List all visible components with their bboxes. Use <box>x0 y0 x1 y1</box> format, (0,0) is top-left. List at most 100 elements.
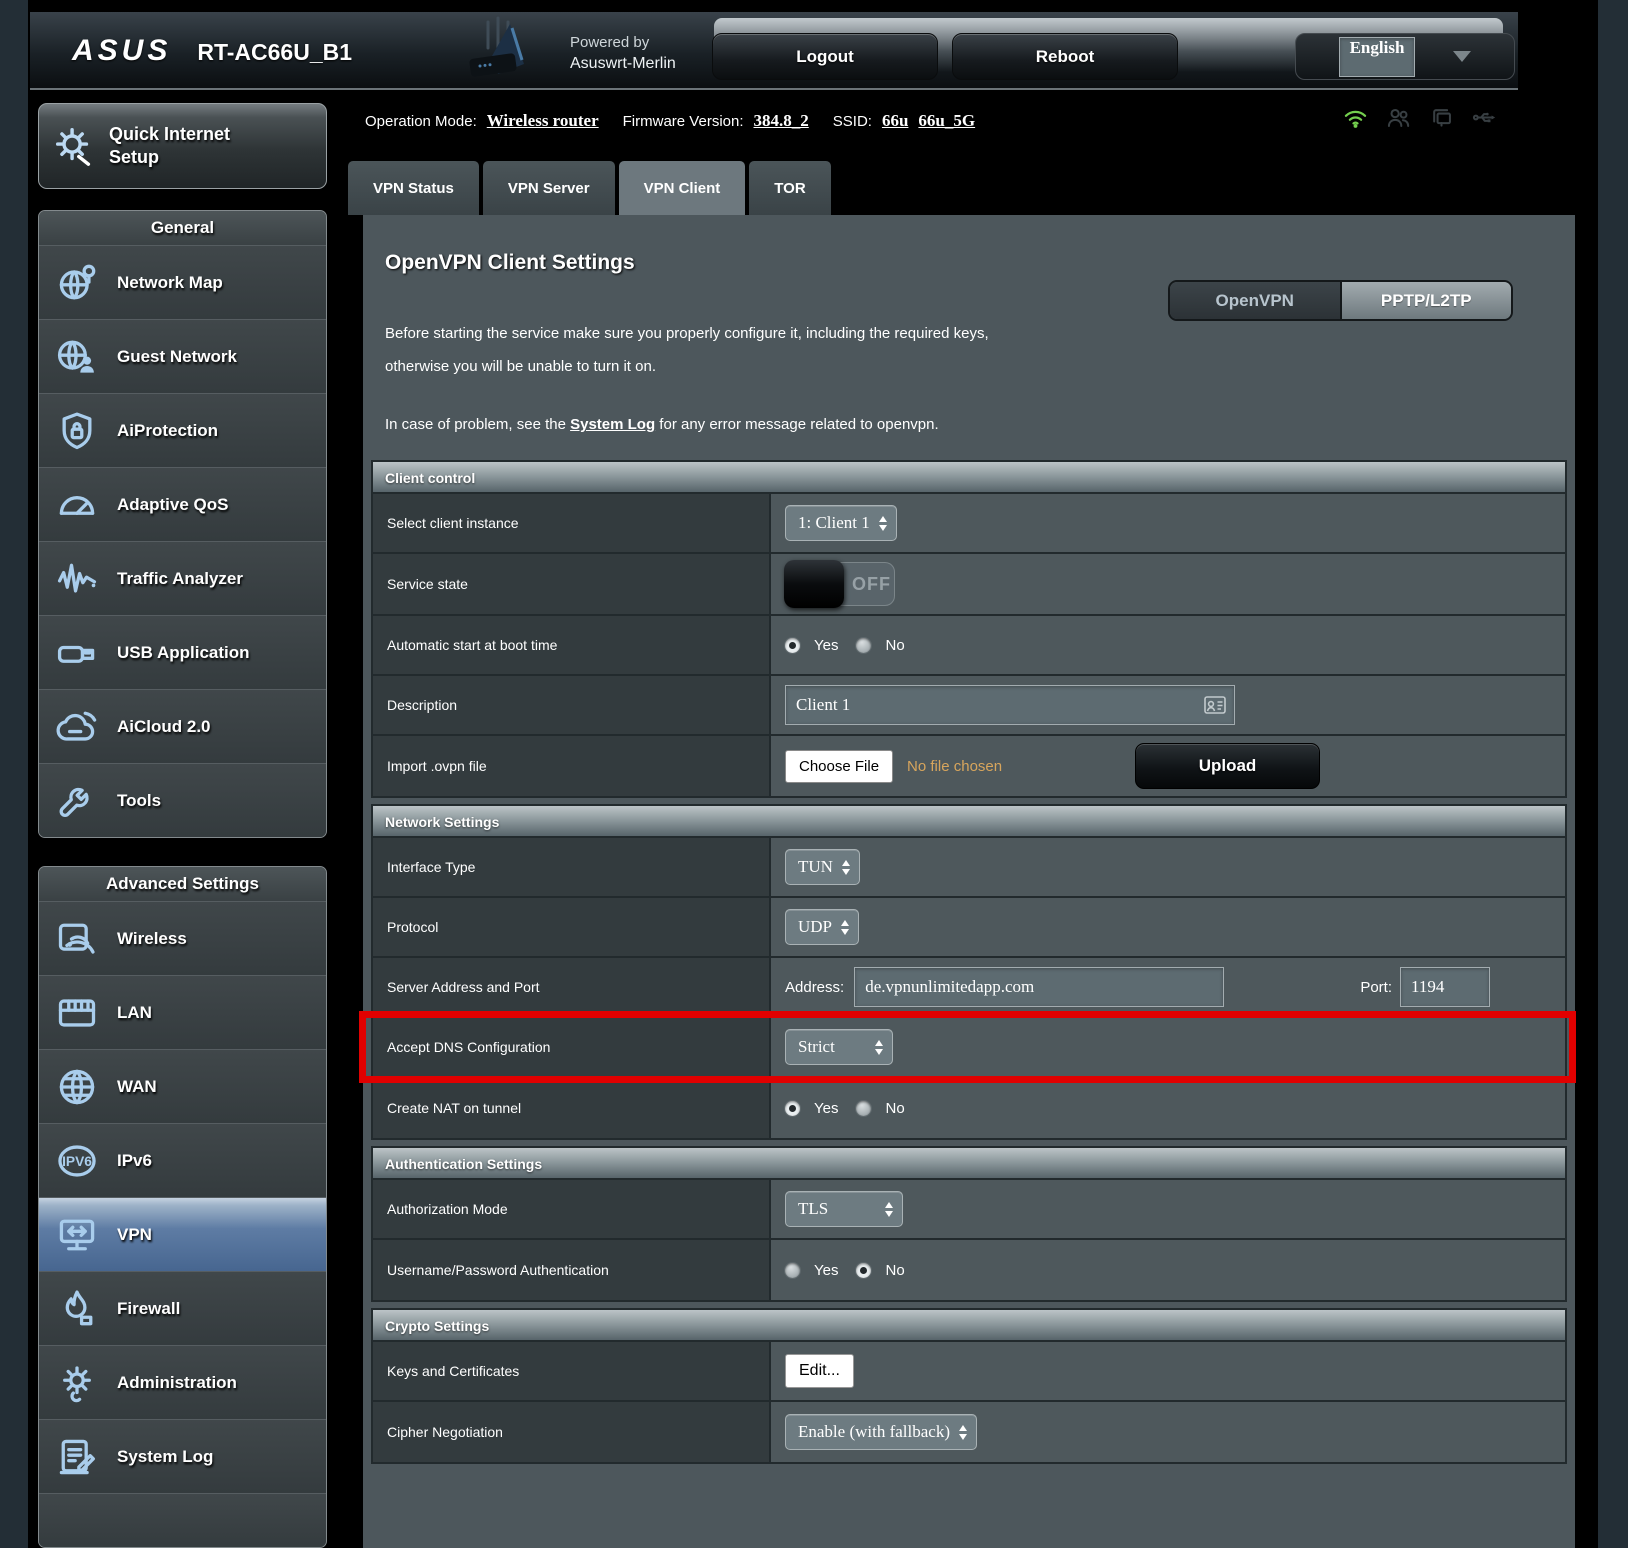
system-log-icon <box>55 1435 99 1479</box>
authorization-mode-value: TLS <box>798 1199 828 1219</box>
authentication-settings-header: Authentication Settings <box>373 1148 1565 1180</box>
sidebar-group: Advanced SettingsWirelessLANWANIPv6VPNFi… <box>38 866 327 1548</box>
language-select[interactable]: English <box>1295 33 1515 80</box>
router-product-image <box>458 16 554 86</box>
row-label: Select client instance <box>373 494 771 552</box>
sidebar-item-aicloud-2-0[interactable]: AiCloud 2.0 <box>39 689 326 763</box>
firewall-icon <box>55 1287 99 1331</box>
cipher-negotiation-select[interactable]: Enable (with fallback) <box>785 1414 977 1450</box>
sidebar-item-lan[interactable]: LAN <box>39 975 326 1049</box>
row-import-ovpn: Import .ovpn file Choose File No file ch… <box>373 736 1565 796</box>
tab-vpn-server[interactable]: VPN Server <box>483 161 615 215</box>
adaptive-qos-icon <box>55 483 99 527</box>
server-address-input[interactable] <box>854 967 1224 1007</box>
sidebar-item-label: Administration <box>117 1373 237 1393</box>
openvpn-segment-button[interactable]: OpenVPN <box>1170 282 1340 319</box>
edit-keys-button[interactable]: Edit... <box>785 1354 854 1388</box>
panel-head: OpenVPN Client Settings OpenVPN PPTP/L2T… <box>363 251 1575 275</box>
row-userpass-authentication: Username/Password Authentication Yes No <box>373 1240 1565 1300</box>
service-state-toggle[interactable]: OFF <box>785 562 895 606</box>
userpass-yes-radio[interactable] <box>785 1263 800 1278</box>
system-log-link[interactable]: System Log <box>570 416 655 433</box>
intro-text: Before starting the service make sure yo… <box>385 317 1575 383</box>
nat-no-radio[interactable] <box>856 1101 871 1116</box>
sidebar-item-label: System Log <box>117 1447 213 1467</box>
accept-dns-value: Strict <box>798 1037 835 1057</box>
tab-vpn-client[interactable]: VPN Client <box>619 161 746 215</box>
vpn-client-panel: OpenVPN Client Settings OpenVPN PPTP/L2T… <box>363 215 1575 1548</box>
select-arrows-icon <box>842 860 850 875</box>
client-instance-select[interactable]: 1: Client 1 <box>785 505 897 541</box>
tab-vpn-status[interactable]: VPN Status <box>348 161 479 215</box>
sidebar-item-firewall[interactable]: Firewall <box>39 1271 326 1345</box>
upload-button[interactable]: Upload <box>1135 743 1320 789</box>
toggle-off-label: OFF <box>852 574 891 595</box>
sidebar-item-quick-internet-setup[interactable]: Quick InternetSetup <box>38 103 327 189</box>
autostart-no-radio[interactable] <box>856 638 871 653</box>
sidebar-item-wireless[interactable]: Wireless <box>39 901 326 975</box>
row-label: Username/Password Authentication <box>373 1240 771 1300</box>
description-input[interactable] <box>785 685 1235 725</box>
sidebar-item-label: Guest Network <box>117 347 237 367</box>
sidebar-item-label: AiCloud 2.0 <box>117 717 211 737</box>
row-keys-certificates: Keys and Certificates Edit... <box>373 1342 1565 1402</box>
sidebar-group-title: General <box>39 211 326 245</box>
row-label: Description <box>373 676 771 734</box>
row-create-nat: Create NAT on tunnel Yes No <box>373 1078 1565 1138</box>
row-label: Server Address and Port <box>373 958 771 1016</box>
sidebar-item-aiprotection[interactable]: AiProtection <box>39 393 326 467</box>
ipv6-icon <box>55 1139 99 1183</box>
nat-yes-label: Yes <box>814 1100 838 1117</box>
sidebar-group-title: Advanced Settings <box>39 867 326 901</box>
pptp-l2tp-segment-button[interactable]: PPTP/L2TP <box>1340 282 1512 319</box>
userpass-no-radio[interactable] <box>856 1263 871 1278</box>
port-label: Port: <box>1360 979 1392 996</box>
interface-type-select[interactable]: TUN <box>785 849 860 885</box>
reboot-button[interactable]: Reboot <box>952 33 1178 80</box>
server-port-input[interactable] <box>1400 967 1490 1007</box>
authorization-mode-select[interactable]: TLS <box>785 1191 903 1227</box>
accept-dns-select[interactable]: Strict <box>785 1029 893 1065</box>
powered-by-block: Powered by Asuswrt-Merlin <box>570 32 676 74</box>
operation-mode-label: Operation Mode: <box>365 113 477 130</box>
contact-card-icon[interactable] <box>1203 695 1227 715</box>
crypto-settings-table: Crypto Settings Keys and Certificates Ed… <box>371 1308 1567 1464</box>
sidebar-item-traffic-analyzer[interactable]: Traffic Analyzer <box>39 541 326 615</box>
firmware-version-label: Firmware Version: <box>623 113 744 130</box>
sidebar-item-tools[interactable]: Tools <box>39 763 326 837</box>
choose-file-button[interactable]: Choose File <box>785 750 893 783</box>
network-settings-header: Network Settings <box>373 806 1565 838</box>
row-label: Cipher Negotiation <box>373 1402 771 1462</box>
logout-button[interactable]: Logout <box>712 33 938 80</box>
ssid-5g-link[interactable]: 66u_5G <box>918 111 975 131</box>
sidebar-item-label: USB Application <box>117 643 250 663</box>
tools-icon <box>55 779 99 823</box>
tab-tor[interactable]: TOR <box>749 161 830 215</box>
protocol-value: UDP <box>798 917 832 937</box>
ssid-24g-link[interactable]: 66u <box>882 111 908 131</box>
quick-setup-gear-icon <box>51 123 97 169</box>
row-cipher-negotiation: Cipher Negotiation Enable (with fallback… <box>373 1402 1565 1462</box>
sidebar-item-system-log[interactable]: System Log <box>39 1419 326 1493</box>
sidebar-item-network-map[interactable]: Network Map <box>39 245 326 319</box>
row-label: Service state <box>373 554 771 614</box>
sidebar-item-guest-network[interactable]: Guest Network <box>39 319 326 393</box>
autostart-yes-label: Yes <box>814 637 838 654</box>
nat-yes-radio[interactable] <box>785 1101 800 1116</box>
row-accept-dns-configuration: Accept DNS Configuration Strict <box>373 1018 1565 1078</box>
autostart-no-label: No <box>885 637 904 654</box>
sidebar-item-label: AiProtection <box>117 421 218 441</box>
powered-by-label: Powered by <box>570 32 676 53</box>
sidebar-item-vpn[interactable]: VPN <box>39 1197 326 1271</box>
sidebar-item-administration[interactable]: Administration <box>39 1345 326 1419</box>
sidebar-item-ipv6[interactable]: IPv6 <box>39 1123 326 1197</box>
autostart-yes-radio[interactable] <box>785 638 800 653</box>
operation-mode-link[interactable]: Wireless router <box>487 111 599 131</box>
sidebar-item-adaptive-qos[interactable]: Adaptive QoS <box>39 467 326 541</box>
lan-icon <box>55 991 99 1035</box>
sidebar-item-usb-application[interactable]: USB Application <box>39 615 326 689</box>
firmware-version-link[interactable]: 384.8_2 <box>754 111 809 131</box>
protocol-select[interactable]: UDP <box>785 909 859 945</box>
row-description: Description <box>373 676 1565 736</box>
sidebar-item-wan[interactable]: WAN <box>39 1049 326 1123</box>
